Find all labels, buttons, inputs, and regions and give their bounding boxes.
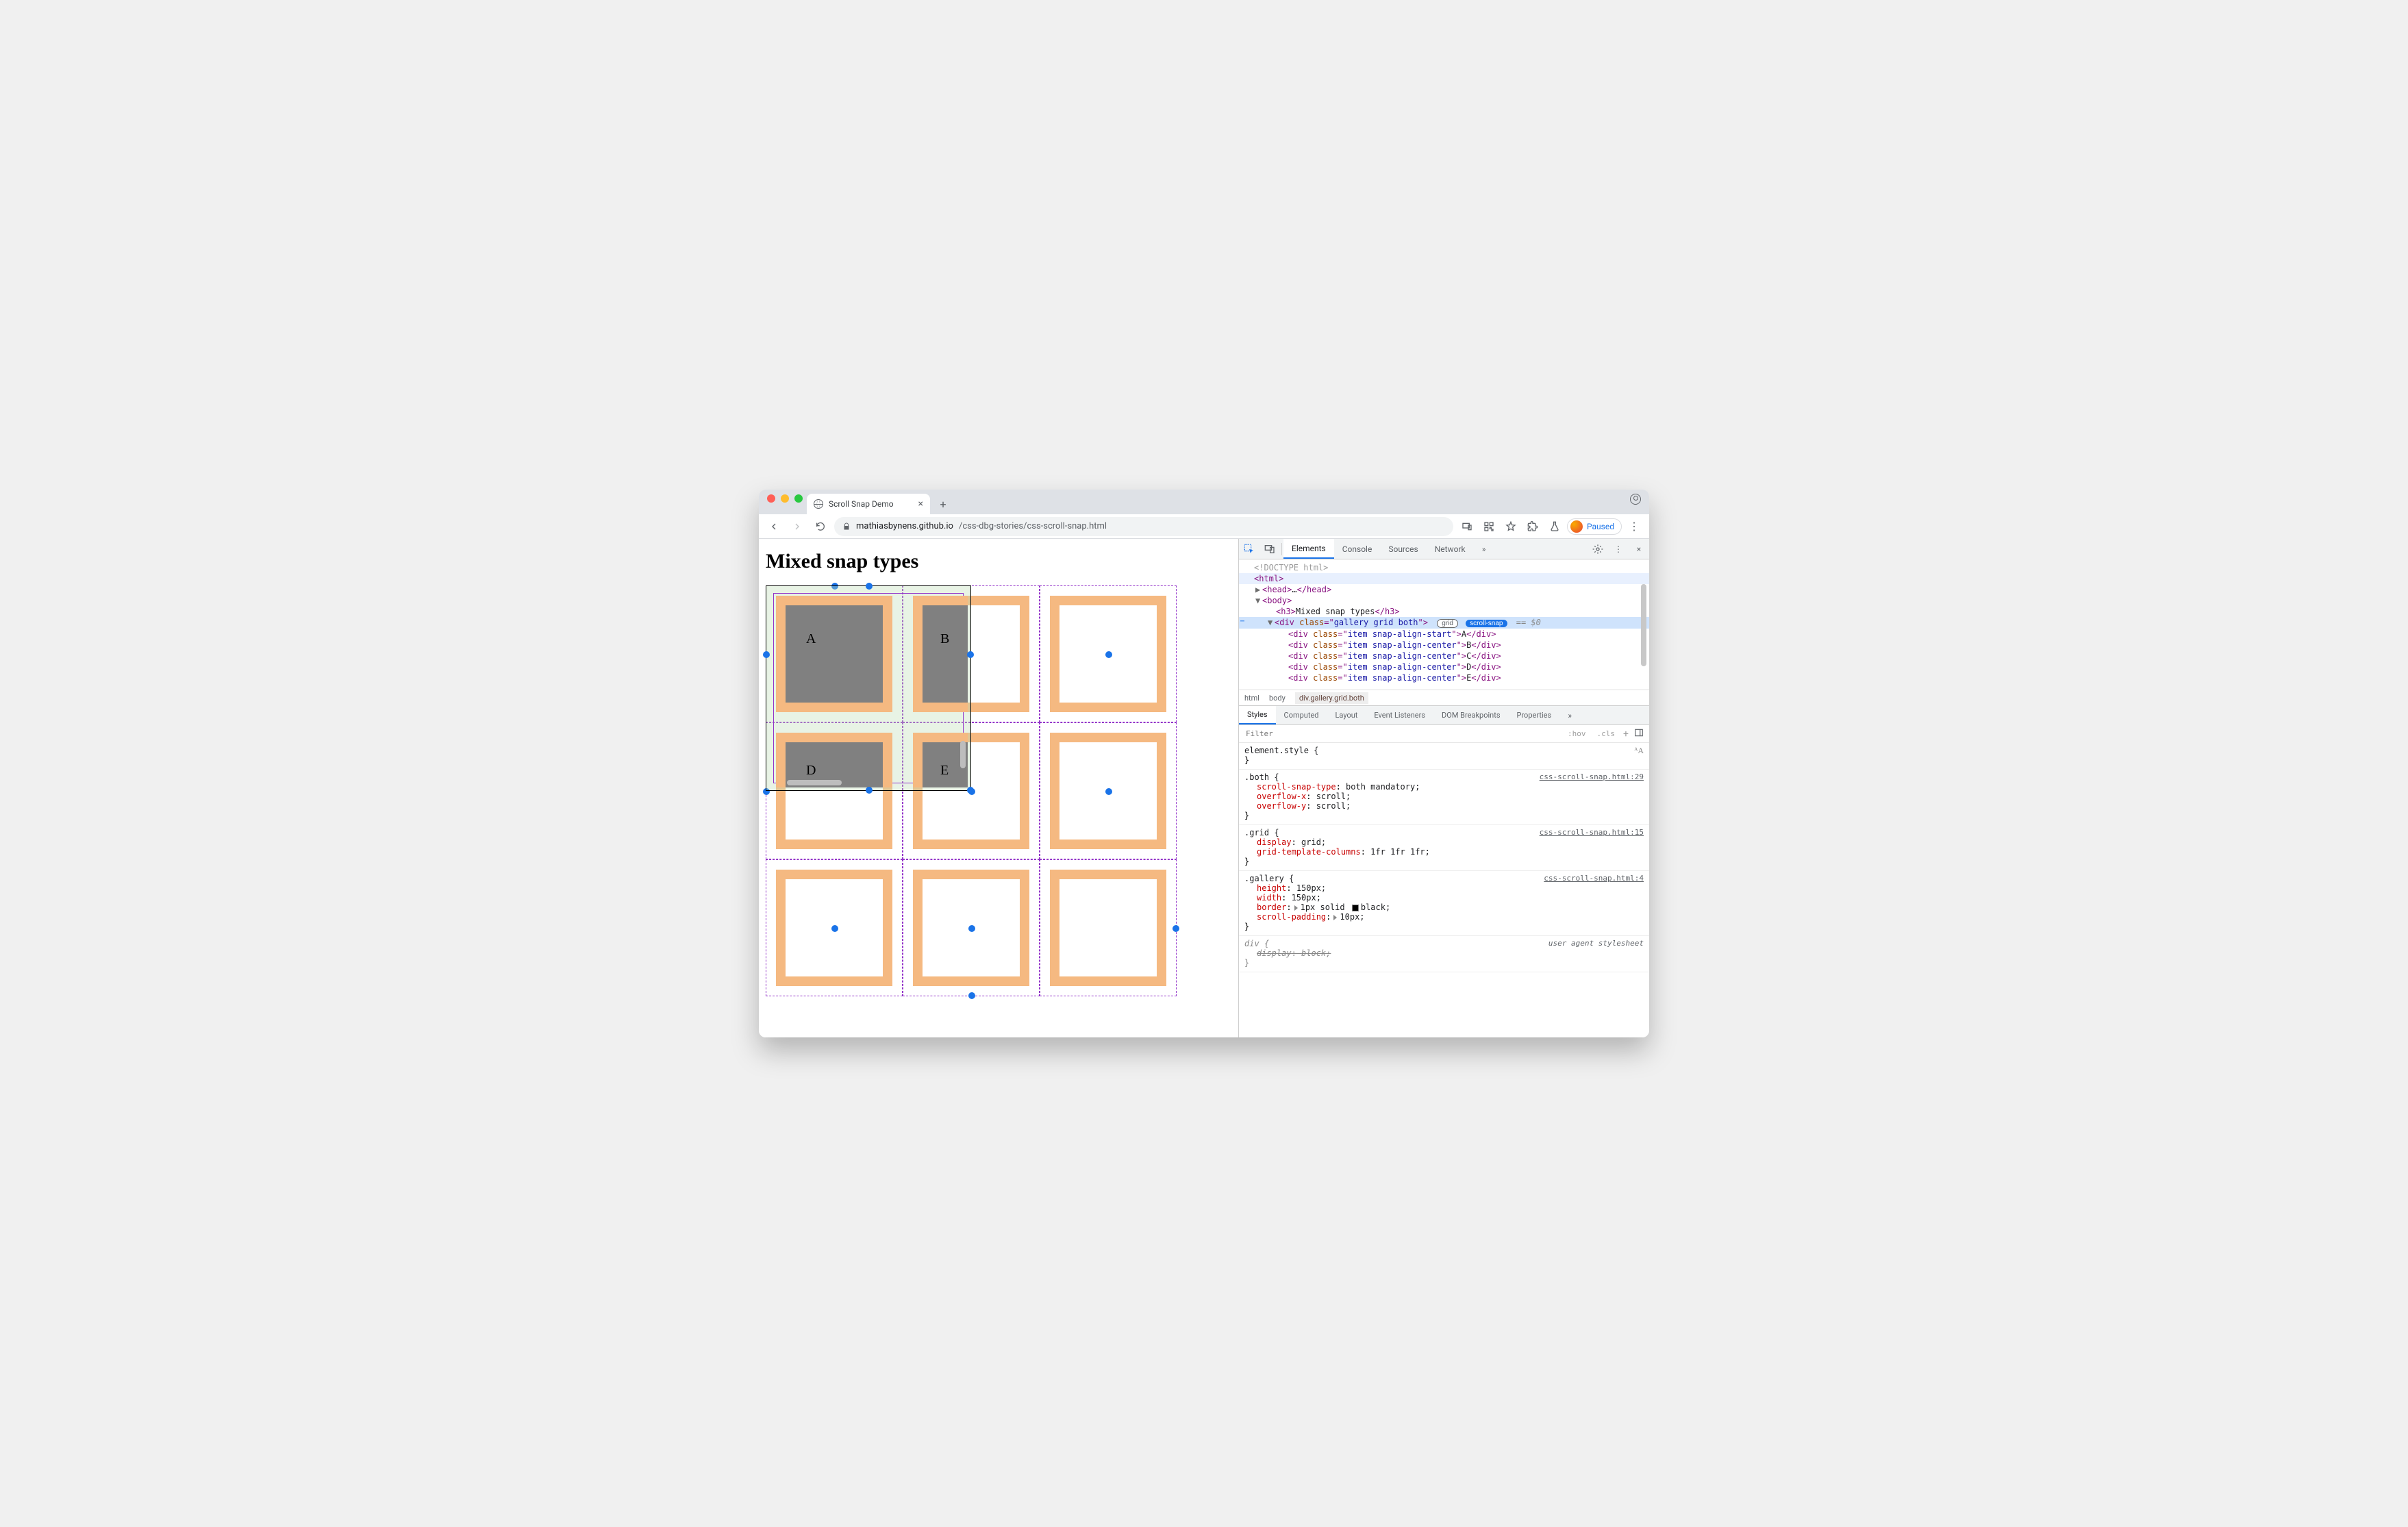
new-style-rule-icon[interactable]: + — [1623, 729, 1629, 740]
tab-strip: Scroll Snap Demo × + — [759, 490, 1649, 514]
more-styles-tabs-icon[interactable]: » — [1559, 706, 1580, 724]
snap-cell — [1040, 859, 1177, 996]
tab-properties[interactable]: Properties — [1509, 706, 1560, 724]
maximize-window-button[interactable] — [794, 494, 803, 503]
profile-avatar-icon[interactable] — [1630, 494, 1641, 505]
styles-rules[interactable]: ᴬA element.style { } css-scroll-snap.htm… — [1239, 743, 1649, 1037]
new-tab-button[interactable]: + — [934, 495, 952, 513]
tab-console[interactable]: Console — [1334, 539, 1381, 559]
paused-label: Paused — [1587, 522, 1614, 531]
dom-child-node[interactable]: <div class="item snap-align-center">E</d… — [1239, 672, 1649, 683]
line-actions-icon[interactable]: ⋯ — [1240, 618, 1244, 625]
styles-filter-input[interactable] — [1244, 729, 1559, 739]
rule-user-agent: user agent stylesheet div { display: blo… — [1239, 936, 1649, 972]
close-devtools-icon[interactable]: × — [1629, 544, 1649, 554]
minimize-window-button[interactable] — [781, 494, 789, 503]
hov-toggle[interactable]: :hov — [1565, 729, 1589, 738]
dom-child-node[interactable]: <div class="item snap-align-center">C</d… — [1239, 651, 1649, 661]
sidebar-toggle-icon[interactable] — [1634, 728, 1644, 740]
device-toolbar-icon[interactable] — [1457, 517, 1477, 536]
labs-icon[interactable] — [1545, 517, 1564, 536]
devtools-panel: Elements Console Sources Network » ⋮ × <… — [1238, 539, 1649, 1037]
page-heading: Mixed snap types — [766, 550, 1231, 573]
back-button[interactable] — [764, 517, 783, 536]
dom-child-node[interactable]: <div class="item snap-align-center">B</d… — [1239, 640, 1649, 651]
snap-cell — [903, 722, 1040, 859]
forward-button[interactable] — [788, 517, 807, 536]
profile-picture-icon — [1570, 520, 1583, 533]
tab-dom-breakpoints[interactable]: DOM Breakpoints — [1433, 706, 1508, 724]
tab-computed[interactable]: Computed — [1276, 706, 1327, 724]
tab-elements[interactable]: Elements — [1283, 539, 1334, 559]
url-path: /css-dbg-stories/css-scroll-snap.html — [959, 521, 1107, 531]
rule-both: css-scroll-snap.html:29 .both { scroll-s… — [1239, 770, 1649, 825]
extensions-icon[interactable] — [1523, 517, 1542, 536]
tab-title: Scroll Snap Demo — [829, 499, 894, 509]
snap-cell — [903, 859, 1040, 996]
snap-cell — [766, 722, 903, 859]
qr-icon[interactable] — [1479, 517, 1498, 536]
snap-cell — [766, 585, 903, 722]
close-window-button[interactable] — [767, 494, 775, 503]
crumb-selected[interactable]: div.gallery.grid.both — [1295, 692, 1368, 704]
dom-scrollbar[interactable] — [1641, 580, 1648, 690]
text-size-icon[interactable]: ᴬA — [1634, 746, 1644, 756]
page-content[interactable]: Mixed snap types — [759, 539, 1238, 1037]
dom-child-node[interactable]: <div class="item snap-align-start">A</di… — [1239, 629, 1649, 640]
tab-event-listeners[interactable]: Event Listeners — [1366, 706, 1433, 724]
tab-layout[interactable]: Layout — [1327, 706, 1366, 724]
tab-network[interactable]: Network — [1427, 539, 1474, 559]
styles-tabbar: Styles Computed Layout Event Listeners D… — [1239, 706, 1649, 725]
crumb-body[interactable]: body — [1269, 694, 1285, 703]
lock-icon — [842, 522, 851, 531]
browser-menu-icon[interactable]: ⋮ — [1625, 517, 1644, 536]
snap-cell — [903, 585, 1040, 722]
device-toggle-icon[interactable] — [1259, 539, 1280, 559]
styles-filter-bar: :hov .cls + — [1239, 725, 1649, 743]
cls-toggle[interactable]: .cls — [1594, 729, 1618, 738]
snap-cell — [766, 859, 903, 996]
browser-window: Scroll Snap Demo × + mathiasbynens.githu… — [759, 490, 1649, 1037]
dom-breadcrumbs: html body div.gallery.grid.both — [1239, 690, 1649, 706]
close-tab-icon[interactable]: × — [918, 499, 923, 509]
globe-icon — [814, 499, 823, 509]
browser-tab[interactable]: Scroll Snap Demo × — [807, 494, 930, 514]
scroll-snap-badge[interactable]: scroll-snap — [1466, 620, 1507, 627]
tab-styles[interactable]: Styles — [1239, 706, 1276, 724]
profile-paused-chip[interactable]: Paused — [1567, 518, 1622, 535]
rule-element-style: ᴬA element.style { } — [1239, 743, 1649, 770]
dom-child-node[interactable]: <div class="item snap-align-center">D</d… — [1239, 661, 1649, 672]
rule-grid: css-scroll-snap.html:15 .grid { display:… — [1239, 825, 1649, 871]
rule-gallery: css-scroll-snap.html:4 .gallery { height… — [1239, 871, 1649, 936]
dom-tree[interactable]: <!DOCTYPE html> <html> ▶<head>…</head> ▼… — [1239, 559, 1649, 690]
tab-sources[interactable]: Sources — [1380, 539, 1426, 559]
crumb-html[interactable]: html — [1244, 694, 1259, 703]
devtools-menu-icon[interactable]: ⋮ — [1608, 544, 1629, 554]
inspect-element-icon[interactable] — [1239, 539, 1259, 559]
bookmark-star-icon[interactable] — [1501, 517, 1520, 536]
window-controls — [764, 494, 807, 509]
reload-button[interactable] — [811, 517, 830, 536]
toolbar: mathiasbynens.github.io/css-dbg-stories/… — [759, 514, 1649, 539]
snap-overlay-grid: A B D — [766, 585, 1231, 996]
snap-cell — [1040, 722, 1177, 859]
url-domain: mathiasbynens.github.io — [856, 521, 953, 531]
more-tabs-icon[interactable]: » — [1474, 539, 1494, 559]
settings-gear-icon[interactable] — [1588, 544, 1608, 555]
address-bar[interactable]: mathiasbynens.github.io/css-dbg-stories/… — [834, 517, 1453, 536]
grid-badge[interactable]: grid — [1437, 619, 1458, 628]
snap-cell — [1040, 585, 1177, 722]
devtools-tabbar: Elements Console Sources Network » ⋮ × — [1239, 539, 1649, 559]
